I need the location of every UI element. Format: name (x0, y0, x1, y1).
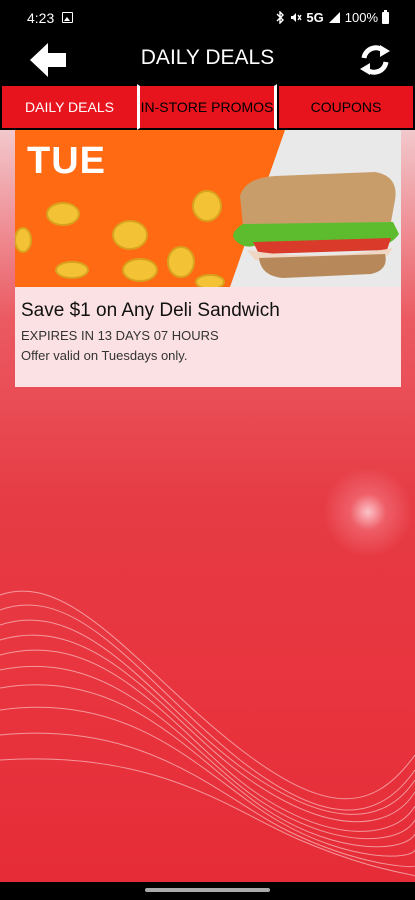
deal-note: Offer valid on Tuesdays only. (21, 348, 188, 363)
tab-in-store-promos[interactable]: IN-STORE PROMOS (137, 84, 277, 130)
tab-daily-deals[interactable]: DAILY DEALS (0, 84, 137, 130)
tab-strip: DAILY DEALS IN-STORE PROMOS COUPONS (0, 84, 415, 130)
mute-icon (291, 13, 302, 22)
status-time: 4:23 (27, 10, 55, 26)
refresh-icon (360, 45, 390, 75)
battery-icon (382, 9, 389, 24)
home-indicator[interactable] (145, 888, 270, 892)
signal-icon (328, 12, 340, 23)
deal-day-label: TUE (27, 140, 106, 182)
refresh-button[interactable] (355, 40, 395, 80)
bluetooth-icon (276, 11, 285, 24)
page-title: DAILY DEALS (140, 46, 275, 69)
network-label: 5G (306, 10, 324, 25)
status-bar: 4:23 5G 100% (0, 0, 415, 36)
deal-expiry: EXPIRES IN 13 DAYS 07 HOURS (21, 328, 219, 343)
deals-content[interactable]: TUE Save $1 on Any Deli Sandwich EXPIRES… (0, 130, 415, 882)
deal-title: Save $1 on Any Deli Sandwich (21, 300, 280, 321)
gallery-icon (62, 12, 73, 23)
status-indicators: 5G 100% (275, 9, 389, 25)
wave-background (0, 590, 415, 877)
deal-card[interactable]: TUE Save $1 on Any Deli Sandwich EXPIRES… (15, 130, 401, 387)
battery-label: 100% (344, 10, 378, 25)
navigation-bar (0, 882, 415, 900)
app-bar: DAILY DEALS (0, 36, 415, 84)
tab-coupons[interactable]: COUPONS (277, 84, 415, 130)
